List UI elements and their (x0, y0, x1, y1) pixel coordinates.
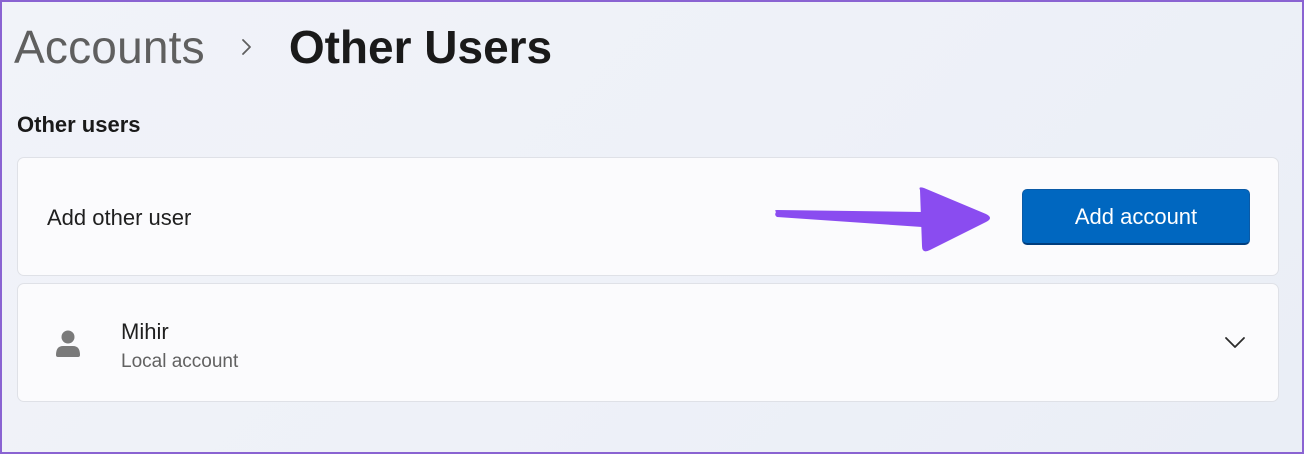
user-name: Mihir (121, 319, 169, 344)
chevron-right-icon (225, 26, 267, 68)
page-title: Other Users (288, 21, 553, 73)
user-card-mihir[interactable]: Mihir Local account (17, 283, 1279, 402)
breadcrumb-accounts-link[interactable]: Accounts (14, 20, 205, 74)
add-other-user-label: Add other user (47, 205, 192, 230)
add-other-user-card: Add other user Add account (17, 157, 1279, 276)
user-account-type: Local account (121, 351, 239, 372)
chevron-down-icon[interactable] (1223, 330, 1247, 354)
settings-window: Accounts Other Users Other users Add oth… (0, 0, 1304, 454)
section-heading-other-users: Other users (17, 112, 141, 137)
breadcrumb: Accounts Other Users (14, 16, 552, 78)
person-icon (56, 330, 80, 357)
add-account-button[interactable]: Add account (1022, 189, 1250, 245)
